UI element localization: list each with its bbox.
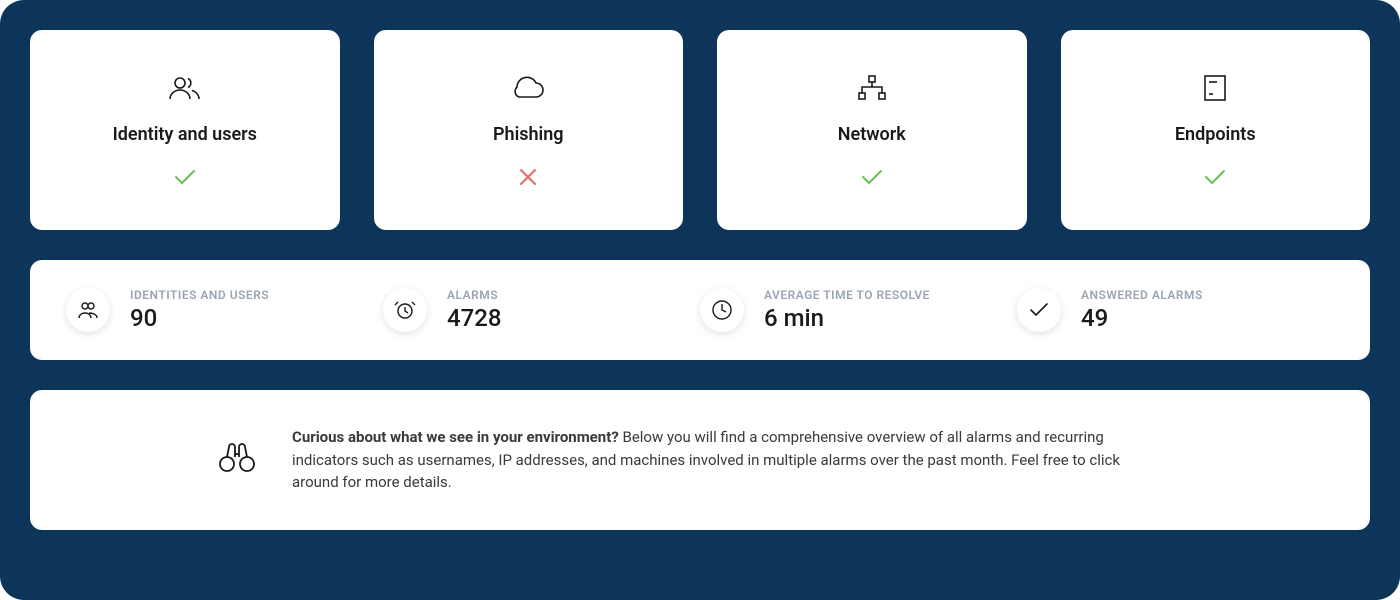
stat-alarms: ALARMS 4728	[383, 288, 700, 332]
stat-value: 90	[130, 304, 269, 332]
users-icon	[168, 72, 202, 104]
card-title: Phishing	[493, 124, 564, 145]
stats-panel: IDENTITIES AND USERS 90 ALARMS 4728	[30, 260, 1370, 360]
network-icon	[857, 72, 887, 104]
check-icon	[174, 165, 196, 189]
info-text: Curious about what we see in your enviro…	[292, 426, 1162, 494]
check-icon	[861, 165, 883, 189]
info-lead: Curious about what we see in your enviro…	[292, 428, 619, 446]
check-icon	[1204, 165, 1226, 189]
card-identity-users[interactable]: Identity and users	[30, 30, 340, 230]
stat-label: AVERAGE TIME TO RESOLVE	[764, 288, 930, 302]
card-endpoints[interactable]: Endpoints	[1061, 30, 1371, 230]
binoculars-icon	[218, 443, 256, 477]
x-icon	[519, 165, 537, 189]
server-icon	[1203, 72, 1227, 104]
alarm-clock-icon	[383, 288, 427, 332]
card-title: Identity and users	[113, 124, 257, 145]
info-panel: Curious about what we see in your enviro…	[30, 390, 1370, 530]
dashboard-container: Identity and users Phishing	[0, 0, 1400, 600]
clock-icon	[700, 288, 744, 332]
check-icon	[1017, 288, 1061, 332]
users-group-icon	[66, 288, 110, 332]
cloud-icon	[511, 72, 545, 104]
category-cards-row: Identity and users Phishing	[30, 30, 1370, 230]
stat-label: ALARMS	[447, 288, 502, 302]
stat-value: 49	[1081, 304, 1203, 332]
stat-value: 4728	[447, 304, 502, 332]
card-network[interactable]: Network	[717, 30, 1027, 230]
stat-label: IDENTITIES AND USERS	[130, 288, 269, 302]
card-title: Network	[838, 124, 906, 145]
card-phishing[interactable]: Phishing	[374, 30, 684, 230]
stat-avg-time: AVERAGE TIME TO RESOLVE 6 min	[700, 288, 1017, 332]
stat-identities: IDENTITIES AND USERS 90	[66, 288, 383, 332]
stat-answered: ANSWERED ALARMS 49	[1017, 288, 1334, 332]
card-title: Endpoints	[1175, 124, 1256, 145]
stat-label: ANSWERED ALARMS	[1081, 288, 1203, 302]
stat-value: 6 min	[764, 304, 930, 332]
